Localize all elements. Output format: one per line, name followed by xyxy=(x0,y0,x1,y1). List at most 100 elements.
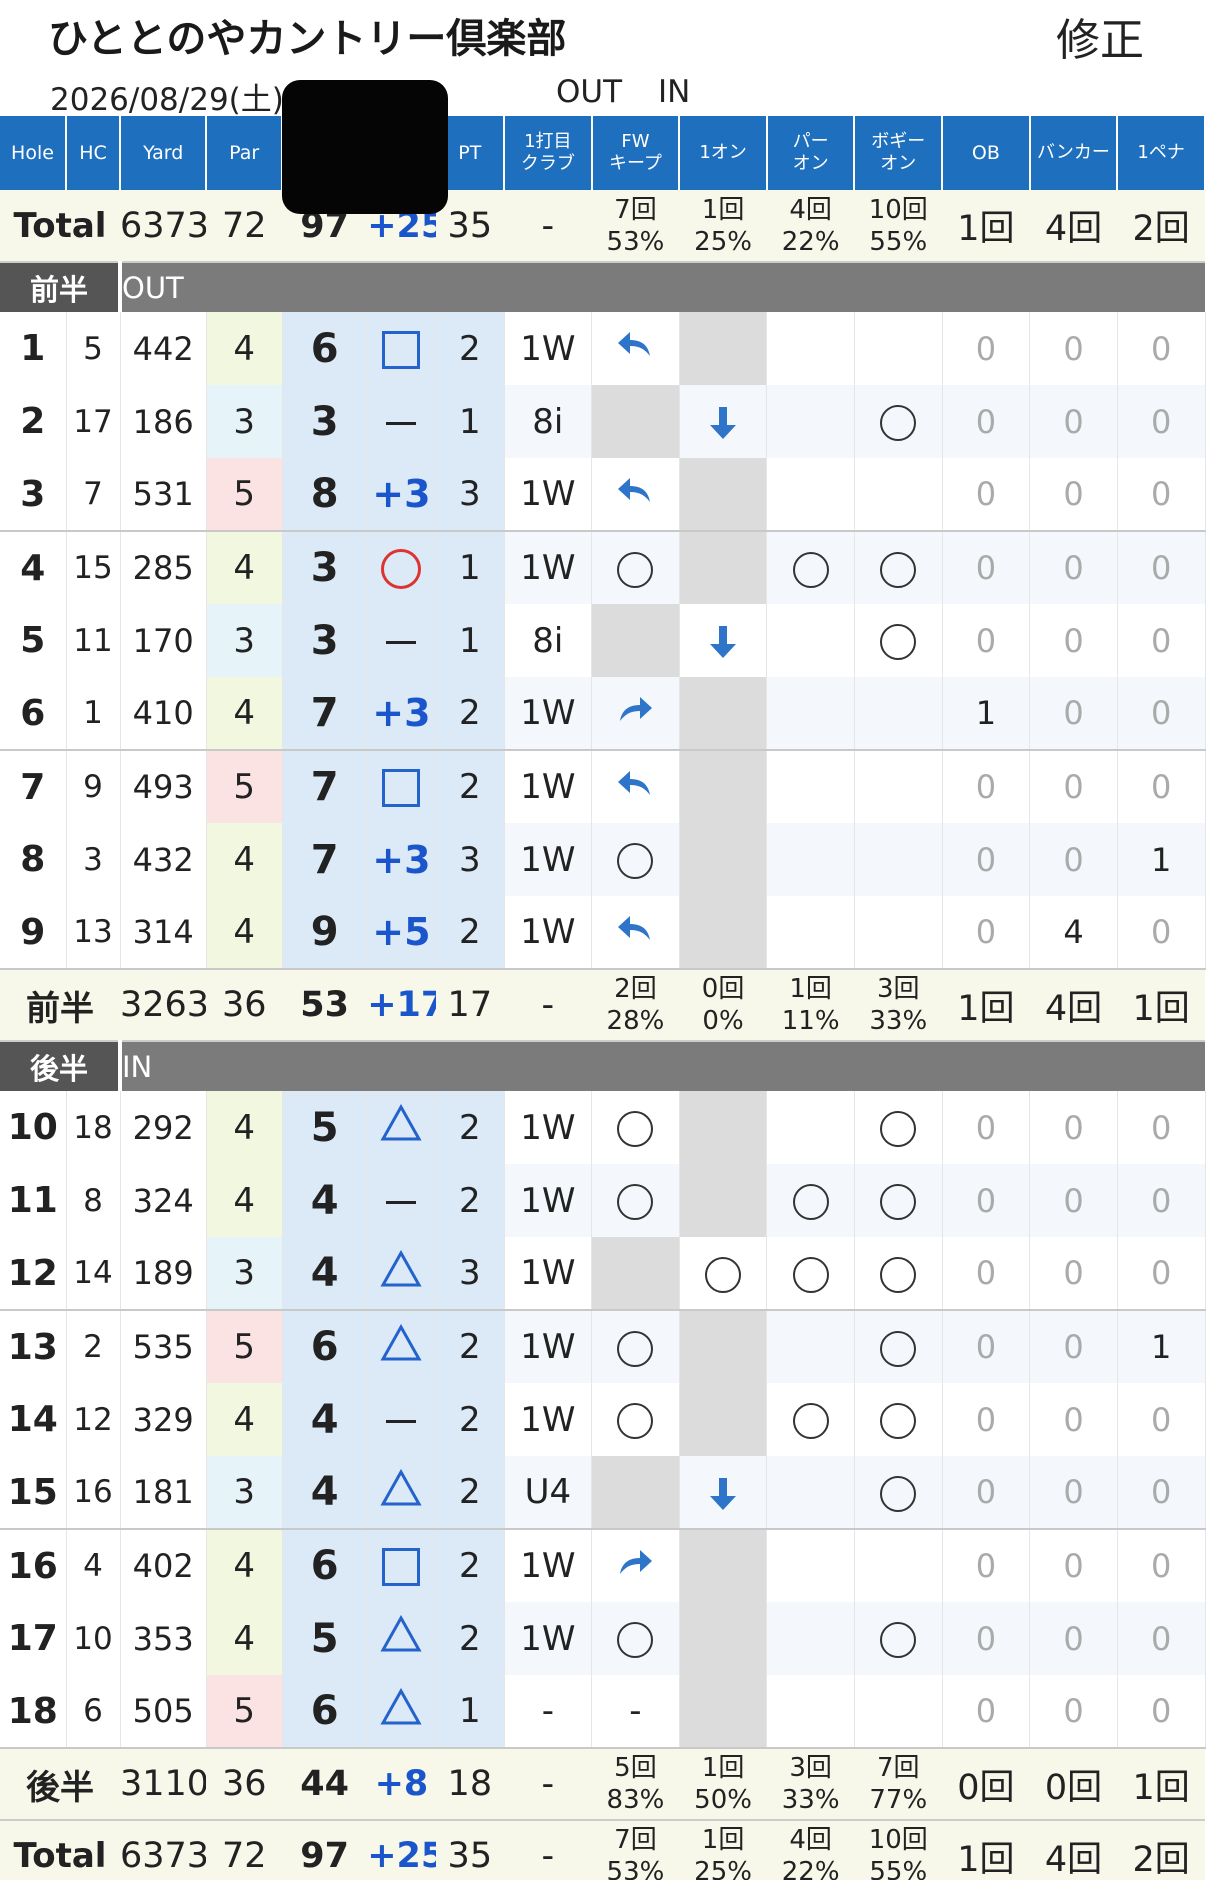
hole-penalty[interactable]: 1 xyxy=(1117,1310,1206,1383)
hole-putts[interactable]: 2 xyxy=(435,1091,505,1164)
hole-bunker[interactable]: 0 xyxy=(1029,823,1118,896)
hole-one-on[interactable] xyxy=(679,1529,768,1602)
hole-fw-keep[interactable] xyxy=(591,1164,680,1237)
hole-bogey-on[interactable] xyxy=(854,1237,943,1311)
hole-one-on[interactable] xyxy=(679,312,768,385)
hole-bogey-on[interactable] xyxy=(854,1164,943,1237)
hole-penalty[interactable]: 0 xyxy=(1117,1383,1206,1456)
hole-row[interactable]: 10 18 292 4 5 2 1W 0 0 0 xyxy=(0,1091,1206,1164)
hole-row[interactable]: 7 9 493 5 7 2 1W 0 0 0 xyxy=(0,750,1206,823)
hole-par-on[interactable] xyxy=(766,385,855,458)
hole-fw-keep[interactable] xyxy=(591,1383,680,1456)
hole-club[interactable]: 1W xyxy=(504,1237,593,1311)
hole-bogey-on[interactable] xyxy=(854,458,943,532)
hole-putts[interactable]: 1 xyxy=(435,1675,505,1749)
hole-bogey-on[interactable] xyxy=(854,385,943,458)
hole-par-on[interactable] xyxy=(766,604,855,677)
hole-bogey-on[interactable] xyxy=(854,677,943,751)
hole-putts[interactable]: 2 xyxy=(435,1602,505,1675)
hole-row[interactable]: 3 7 531 5 8 +3 3 1W 0 0 0 xyxy=(0,458,1206,532)
hole-ob[interactable]: 0 xyxy=(942,312,1031,385)
hole-one-on[interactable] xyxy=(679,1164,768,1237)
hole-bunker[interactable]: 0 xyxy=(1029,531,1118,604)
hole-bunker[interactable]: 0 xyxy=(1029,312,1118,385)
hole-fw-keep[interactable] xyxy=(591,750,680,823)
hole-row[interactable]: 4 15 285 4 3 1 1W 0 0 0 xyxy=(0,531,1206,604)
hole-penalty[interactable]: 0 xyxy=(1117,1602,1206,1675)
hole-penalty[interactable]: 0 xyxy=(1117,1529,1206,1602)
hole-bunker[interactable]: 0 xyxy=(1029,385,1118,458)
hole-one-on[interactable] xyxy=(679,531,768,604)
hole-bogey-on[interactable] xyxy=(854,896,943,970)
hole-penalty[interactable]: 0 xyxy=(1117,458,1206,532)
hole-club[interactable]: 1W xyxy=(504,677,593,751)
hole-club[interactable]: 1W xyxy=(504,531,593,604)
hole-bogey-on[interactable] xyxy=(854,823,943,896)
hole-par-on[interactable] xyxy=(766,1383,855,1456)
hole-club[interactable]: 1W xyxy=(504,1602,593,1675)
hole-par-on[interactable] xyxy=(766,531,855,604)
hole-ob[interactable]: 0 xyxy=(942,896,1031,970)
hole-penalty[interactable]: 0 xyxy=(1117,312,1206,385)
hole-penalty[interactable]: 0 xyxy=(1117,750,1206,823)
hole-one-on[interactable] xyxy=(679,1675,768,1749)
hole-row[interactable]: 14 12 329 4 4 2 1W 0 0 0 xyxy=(0,1383,1206,1456)
hole-putts[interactable]: 2 xyxy=(435,750,505,823)
hole-row[interactable]: 12 14 189 3 4 3 1W 0 0 0 xyxy=(0,1237,1206,1311)
hole-club[interactable]: 1W xyxy=(504,750,593,823)
hole-ob[interactable]: 0 xyxy=(942,385,1031,458)
hole-penalty[interactable]: 0 xyxy=(1117,677,1206,751)
hole-row[interactable]: 6 1 410 4 7 +3 2 1W 1 0 0 xyxy=(0,677,1206,751)
hole-bunker[interactable]: 0 xyxy=(1029,1529,1118,1602)
hole-one-on[interactable] xyxy=(679,896,768,970)
hole-bogey-on[interactable] xyxy=(854,1456,943,1530)
hole-score[interactable]: 8 xyxy=(282,458,368,532)
hole-bogey-on[interactable] xyxy=(854,1310,943,1383)
hole-fw-keep[interactable] xyxy=(591,1310,680,1383)
hole-one-on[interactable] xyxy=(679,1456,768,1530)
hole-one-on[interactable] xyxy=(679,750,768,823)
out-tab[interactable]: OUT xyxy=(556,74,622,110)
hole-one-on[interactable] xyxy=(679,458,768,532)
hole-fw-keep[interactable] xyxy=(591,531,680,604)
hole-row[interactable]: 8 3 432 4 7 +3 3 1W 0 0 1 xyxy=(0,823,1206,896)
hole-fw-keep[interactable] xyxy=(591,1456,680,1530)
hole-bunker[interactable]: 0 xyxy=(1029,750,1118,823)
hole-fw-keep[interactable] xyxy=(591,1602,680,1675)
hole-ob[interactable]: 0 xyxy=(942,1091,1031,1164)
hole-score[interactable]: 7 xyxy=(282,823,368,896)
hole-bogey-on[interactable] xyxy=(854,312,943,385)
hole-penalty[interactable]: 0 xyxy=(1117,1456,1206,1530)
hole-row[interactable]: 17 10 353 4 5 2 1W 0 0 0 xyxy=(0,1602,1206,1675)
hole-ob[interactable]: 0 xyxy=(942,531,1031,604)
hole-ob[interactable]: 0 xyxy=(942,1602,1031,1675)
hole-ob[interactable]: 0 xyxy=(942,1456,1031,1530)
hole-score[interactable]: 7 xyxy=(282,677,368,751)
hole-row[interactable]: 15 16 181 3 4 2 U4 0 0 0 xyxy=(0,1456,1206,1530)
hole-putts[interactable]: 3 xyxy=(435,458,505,532)
hole-ob[interactable]: 0 xyxy=(942,1383,1031,1456)
hole-ob[interactable]: 0 xyxy=(942,604,1031,677)
hole-row[interactable]: 18 6 505 5 6 1- -0 0 0 xyxy=(0,1675,1206,1749)
hole-one-on[interactable] xyxy=(679,1602,768,1675)
hole-putts[interactable]: 1 xyxy=(435,604,505,677)
hole-par-on[interactable] xyxy=(766,458,855,532)
hole-par-on[interactable] xyxy=(766,896,855,970)
hole-ob[interactable]: 0 xyxy=(942,1237,1031,1311)
hole-bogey-on[interactable] xyxy=(854,1383,943,1456)
in-tab[interactable]: IN xyxy=(658,74,690,110)
hole-putts[interactable]: 2 xyxy=(435,896,505,970)
hole-one-on[interactable] xyxy=(679,604,768,677)
hole-row[interactable]: 5 11 170 3 3 1 8i 0 0 0 xyxy=(0,604,1206,677)
hole-par-on[interactable] xyxy=(766,312,855,385)
hole-putts[interactable]: 3 xyxy=(435,823,505,896)
hole-one-on[interactable] xyxy=(679,677,768,751)
hole-row[interactable]: 13 2 535 5 6 2 1W 0 0 1 xyxy=(0,1310,1206,1383)
hole-club[interactable]: 1W xyxy=(504,1383,593,1456)
hole-bunker[interactable]: 0 xyxy=(1029,1164,1118,1237)
hole-bogey-on[interactable] xyxy=(854,531,943,604)
hole-score[interactable]: 3 xyxy=(282,604,368,677)
hole-bunker[interactable]: 0 xyxy=(1029,1237,1118,1311)
hole-par-on[interactable] xyxy=(766,750,855,823)
hole-fw-keep[interactable] xyxy=(591,896,680,970)
